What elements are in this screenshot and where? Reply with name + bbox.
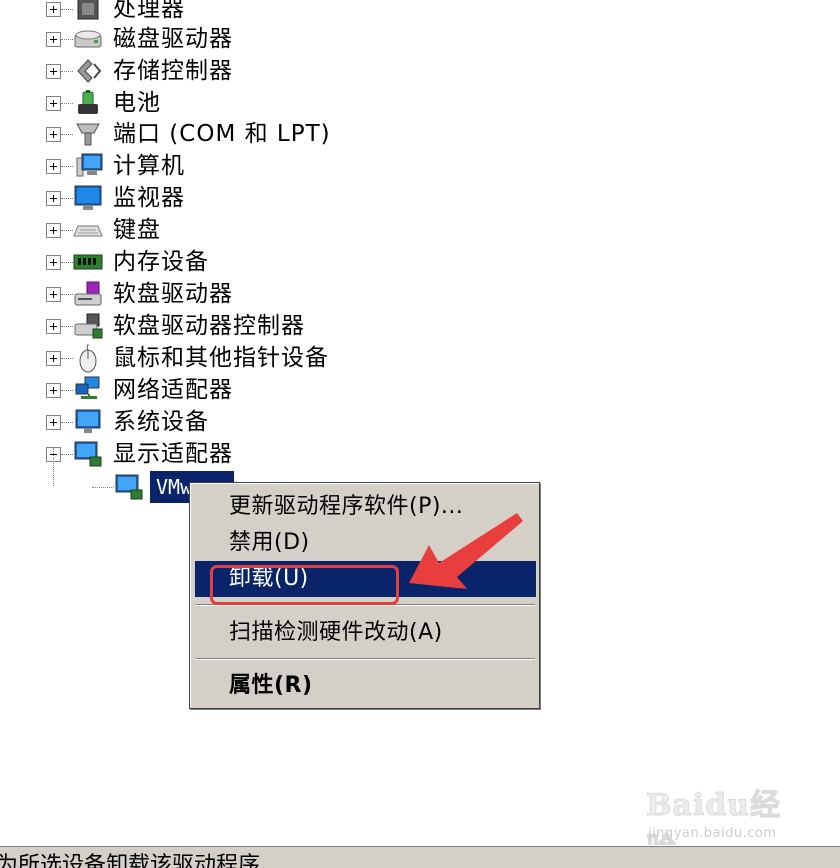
tree-item-label: 网络适配器 xyxy=(113,377,233,403)
port-icon xyxy=(73,120,103,148)
expand-icon[interactable] xyxy=(46,286,61,302)
tree-item-storage-controllers[interactable]: 存储控制器 xyxy=(46,55,233,87)
monitor-icon xyxy=(73,184,103,212)
expand-icon[interactable] xyxy=(46,414,61,430)
expand-icon[interactable] xyxy=(46,31,61,47)
tree-item-label: 电池 xyxy=(113,90,161,116)
tree-item-computer[interactable]: 计算机 xyxy=(46,150,185,182)
computer-icon xyxy=(73,152,103,180)
tree-item-label: 计算机 xyxy=(113,153,185,179)
expand-icon[interactable] xyxy=(46,63,61,79)
tree-item-network-adapters[interactable]: 网络适配器 xyxy=(46,374,233,406)
expand-icon[interactable] xyxy=(46,126,61,142)
memory-device-icon xyxy=(73,248,103,276)
tree-item-label: 处理器 xyxy=(113,0,185,22)
tree-item-label: 端口 (COM 和 LPT) xyxy=(113,121,331,147)
tree-item-label: 存储控制器 xyxy=(113,58,233,84)
expand-icon[interactable] xyxy=(46,95,61,111)
tree-item-floppy-drives[interactable]: 软盘驱动器 xyxy=(46,278,233,310)
tree-item-processor[interactable]: 处理器 xyxy=(46,0,185,25)
annotation-highlight-box xyxy=(210,565,399,605)
tree-item-floppy-controllers[interactable]: 软盘驱动器控制器 xyxy=(46,310,305,342)
tree-item-label: 内存设备 xyxy=(113,249,209,275)
watermark-site: jingyan.baidu.com xyxy=(648,826,777,841)
tree-item-system-devices[interactable]: 系统设备 xyxy=(46,406,209,438)
mouse-icon xyxy=(73,343,103,373)
menu-separator xyxy=(196,658,535,660)
menu-item-scan-hardware[interactable]: 扫描检测硬件改动(A) xyxy=(195,615,536,651)
expand-icon[interactable] xyxy=(46,222,61,238)
display-adapter-icon xyxy=(114,473,144,501)
floppy-drive-icon xyxy=(73,280,103,308)
menu-item-properties[interactable]: 属性(R) xyxy=(195,668,536,704)
floppy-controller-icon xyxy=(73,312,103,340)
tree-item-label: 系统设备 xyxy=(113,409,209,435)
expand-icon[interactable] xyxy=(46,1,61,17)
expand-icon[interactable] xyxy=(46,382,61,398)
tree-item-label: 磁盘驱动器 xyxy=(113,26,233,52)
expand-icon[interactable] xyxy=(46,158,61,174)
expand-icon[interactable] xyxy=(46,350,61,366)
tree-item-memory-devices[interactable]: 内存设备 xyxy=(46,246,209,278)
tree-item-label: 显示适配器 xyxy=(113,441,233,467)
tree-item-disk-drives[interactable]: 磁盘驱动器 xyxy=(46,23,233,55)
tree-item-ports[interactable]: 端口 (COM 和 LPT) xyxy=(46,118,331,150)
tree-item-batteries[interactable]: 电池 xyxy=(46,87,161,119)
tree-item-label: 鼠标和其他指针设备 xyxy=(113,345,329,371)
tree-item-keyboards[interactable]: 键盘 xyxy=(46,214,161,246)
device-tree: 处理器 磁盘驱动器 存储控制器 电池 端口 (COM 和 LPT) 计算机 监视… xyxy=(0,0,840,845)
disk-drive-icon xyxy=(73,25,103,53)
tree-item-display-adapters[interactable]: 显示适配器 xyxy=(46,438,233,470)
baidu-watermark: Baidu经验 jingyan.baidu.com xyxy=(640,776,800,868)
storage-controller-icon xyxy=(73,57,103,85)
tree-item-mice[interactable]: 鼠标和其他指针设备 xyxy=(46,342,329,374)
display-adapter-icon xyxy=(73,440,103,468)
tree-item-monitors[interactable]: 监视器 xyxy=(46,182,185,214)
expand-icon[interactable] xyxy=(46,254,61,270)
status-bar: 为所选设备卸载该驱动程序 xyxy=(0,845,840,868)
expand-icon[interactable] xyxy=(46,190,61,206)
tree-item-label: 键盘 xyxy=(113,217,161,243)
network-adapter-icon xyxy=(73,376,103,404)
expand-icon[interactable] xyxy=(46,318,61,334)
tree-item-label: 监视器 xyxy=(113,185,185,211)
keyboard-icon xyxy=(73,216,103,244)
annotation-arrow-icon xyxy=(409,513,523,589)
tree-item-label: 软盘驱动器 xyxy=(113,281,233,307)
status-text: 为所选设备卸载该驱动程序 xyxy=(0,853,261,868)
system-device-icon xyxy=(73,408,103,436)
battery-icon xyxy=(73,89,103,117)
tree-item-label: 软盘驱动器控制器 xyxy=(113,313,305,339)
processor-icon xyxy=(73,0,103,23)
